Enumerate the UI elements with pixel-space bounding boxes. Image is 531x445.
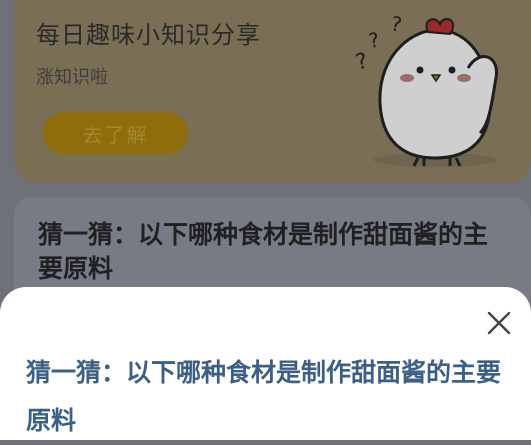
close-icon[interactable]	[485, 309, 513, 337]
bottom-sheet: 猜一猜：以下哪种食材是制作甜面酱的主要原料	[0, 287, 531, 440]
promo-subtitle: 涨知识啦	[36, 67, 108, 88]
sheet-question: 猜一猜：以下哪种食材是制作甜面酱的主要原料	[26, 358, 502, 435]
promo-title: 每日趣味小知识分享	[36, 21, 261, 49]
learn-more-button[interactable]: 去了解	[43, 112, 188, 154]
quiz-card-question: 猜一猜：以下哪种食材是制作甜面酱的主要原料	[38, 220, 489, 283]
svg-text:?: ?	[389, 11, 404, 36]
svg-text:?: ?	[367, 27, 382, 52]
chick-mascot-illustration: ? ? ?	[353, 11, 498, 167]
svg-text:?: ?	[353, 49, 371, 76]
